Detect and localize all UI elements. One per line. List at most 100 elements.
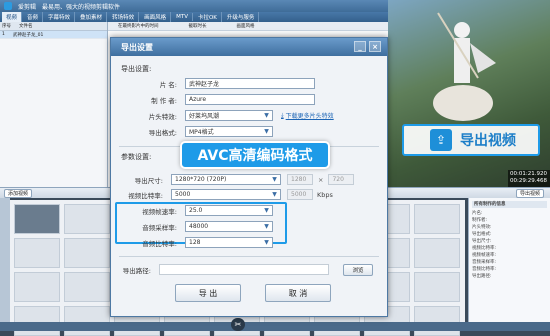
- clip-slot[interactable]: [14, 272, 60, 302]
- size-select[interactable]: 1280*720 (720P) ▼: [171, 174, 281, 185]
- download-intro-link[interactable]: ⤓ 下载更多片头特效: [281, 111, 334, 121]
- download-icon: ⤓: [281, 111, 284, 119]
- tab-style[interactable]: 画面风格: [140, 12, 172, 22]
- dialog-titlebar: 导出设置 _ ×: [111, 38, 387, 56]
- intro-row: 片头特效: 好莱坞风潮 ▼ ⤓ 下载更多片头特效: [129, 110, 334, 121]
- asr-row: 音频采样率: 48000 ▼: [129, 221, 273, 232]
- browse-button[interactable]: 浏览: [343, 264, 373, 276]
- chevron-down-icon: ▼: [264, 128, 269, 135]
- audio-sample-rate-value: 48000: [189, 223, 209, 230]
- frame-rate-select[interactable]: 25.0 ▼: [185, 205, 273, 216]
- chevron-down-icon: ▼: [264, 112, 269, 119]
- file-list: 序号 文件名 1 武神赵子龙_01: [0, 22, 108, 187]
- frame-rate-value: 25.0: [189, 207, 203, 214]
- name-row: 片 名: 武神赵子龙: [129, 78, 315, 89]
- clip-slot[interactable]: [14, 306, 60, 336]
- chevron-down-icon: ▼: [272, 191, 277, 198]
- size-row: 导出尺寸: 1280*720 (720P) ▼ 1280 × 720: [115, 174, 355, 185]
- clip-slot[interactable]: [64, 238, 110, 268]
- tab-subtitle[interactable]: 字幕特效: [44, 12, 76, 22]
- app-subtitle: 最易用、强大的视频剪辑软件: [42, 3, 121, 11]
- format-value: MP4格式: [189, 129, 214, 136]
- info-panel: 所有制作的信息 片名: 制作者: 片头特效: 导出格式: 导出尺寸: 视频比特率…: [468, 198, 550, 331]
- clip-thumbnail[interactable]: [14, 204, 60, 234]
- video-bitrate-unit: Kbps: [317, 190, 333, 199]
- clip-slot[interactable]: [414, 204, 460, 234]
- abit-label: 音频比特率:: [142, 239, 177, 248]
- export-video-callout[interactable]: ⇪ 导出视频: [402, 124, 540, 156]
- info-line: 制作者:: [472, 218, 488, 223]
- tab-overlay[interactable]: 叠加素材: [76, 12, 108, 22]
- preview-image: [433, 12, 496, 121]
- format-row: 导出格式: MP4格式 ▼: [129, 126, 273, 137]
- clip-slot[interactable]: [64, 306, 110, 336]
- audio-sample-rate-select[interactable]: 48000 ▼: [185, 221, 273, 232]
- tab-video[interactable]: 视频: [2, 12, 23, 22]
- tab-upgrade[interactable]: 升级与服务: [223, 12, 260, 22]
- intro-label: 片头特效:: [148, 112, 177, 121]
- export-video-label: 导出视频: [460, 133, 516, 149]
- tab-mtv[interactable]: MTV: [172, 13, 193, 21]
- vbit-row: 视频比特率: 5000 ▼ 5000 Kbps: [115, 189, 333, 200]
- size-height-field[interactable]: 720: [328, 174, 355, 185]
- info-line: 视频帧速率:: [472, 253, 497, 258]
- video-preview[interactable]: [388, 0, 550, 187]
- info-line: 音频采样率:: [472, 260, 497, 265]
- clip-slot[interactable]: [414, 272, 460, 302]
- time-readout: 00:01:21.920 00:29:29.468: [508, 170, 550, 187]
- app-title: 爱剪辑: [18, 3, 37, 11]
- video-bitrate-value: 5000: [175, 191, 191, 198]
- minimize-button[interactable]: _: [354, 41, 366, 52]
- dialog-title: 导出设置: [121, 42, 153, 52]
- info-line: 视频比特率:: [472, 246, 497, 251]
- tab-transition[interactable]: 转场特效: [108, 12, 140, 22]
- export-icon: ⇪: [430, 129, 452, 151]
- name-field[interactable]: 武神赵子龙: [185, 78, 315, 89]
- video-bitrate-select[interactable]: 5000 ▼: [171, 189, 281, 200]
- info-line: 音频比特率:: [472, 267, 497, 272]
- vbit-label: 视频比特率:: [128, 191, 163, 200]
- video-bitrate-custom-field[interactable]: 5000: [287, 189, 313, 200]
- export-settings-dialog: 导出设置 _ × 导出设置: 片 名: 武神赵子龙 制 作 者: Azure 片…: [110, 37, 388, 317]
- intro-effect-value: 好莱坞风潮: [189, 113, 220, 120]
- file-list-header: 序号 文件名: [0, 22, 107, 31]
- time-current: 00:01:21.920: [510, 171, 547, 177]
- col-name: 文件名: [19, 24, 33, 29]
- info-panel-title: 所有制作的信息: [472, 201, 547, 208]
- maker-row: 制 作 者: Azure: [129, 94, 315, 105]
- col-dur: 截取时长: [188, 24, 207, 29]
- time-total: 00:29:29.468: [510, 178, 547, 184]
- cancel-button[interactable]: 取 消: [265, 284, 331, 302]
- info-line: 片头特效:: [472, 225, 492, 230]
- clip-slot[interactable]: [14, 238, 60, 268]
- clip-slot[interactable]: [64, 204, 110, 234]
- close-button[interactable]: ×: [369, 41, 381, 52]
- scissors-icon[interactable]: ✂: [231, 318, 245, 331]
- size-width-field[interactable]: 1280: [287, 174, 313, 185]
- table-row[interactable]: 1 武神赵子龙_01: [0, 31, 107, 39]
- fps-row: 视频帧速率: 25.0 ▼: [129, 205, 273, 216]
- export-button[interactable]: 导 出: [175, 284, 241, 302]
- clip-slot[interactable]: [414, 238, 460, 268]
- intro-effect-select[interactable]: 好莱坞风潮 ▼: [185, 110, 273, 121]
- maker-field[interactable]: Azure: [185, 94, 315, 105]
- info-line: 导出路径:: [472, 274, 492, 279]
- tab-karaoke[interactable]: 卡拉OK: [194, 12, 222, 22]
- chevron-down-icon: ▼: [264, 223, 269, 230]
- clip-slot[interactable]: [414, 306, 460, 336]
- export-path-field[interactable]: [159, 264, 329, 275]
- info-line: 片名:: [472, 211, 483, 216]
- audio-bitrate-select[interactable]: 128 ▼: [185, 237, 273, 248]
- size-separator: ×: [318, 175, 324, 184]
- clip-slot[interactable]: [64, 272, 110, 302]
- export-video-button[interactable]: 导出视频: [515, 189, 544, 198]
- tab-audio[interactable]: 音频: [23, 12, 44, 22]
- col-num: 序号: [2, 24, 11, 29]
- col-time: 在最终影片中的时间: [118, 24, 159, 29]
- format-select[interactable]: MP4格式 ▼: [185, 126, 273, 137]
- size-value: 1280*720 (720P): [175, 176, 227, 183]
- bottom-bar: [0, 322, 550, 331]
- add-video-button[interactable]: 添加视频: [4, 188, 33, 198]
- path-label: 导出路径:: [122, 266, 151, 275]
- chevron-down-icon: ▼: [272, 176, 277, 183]
